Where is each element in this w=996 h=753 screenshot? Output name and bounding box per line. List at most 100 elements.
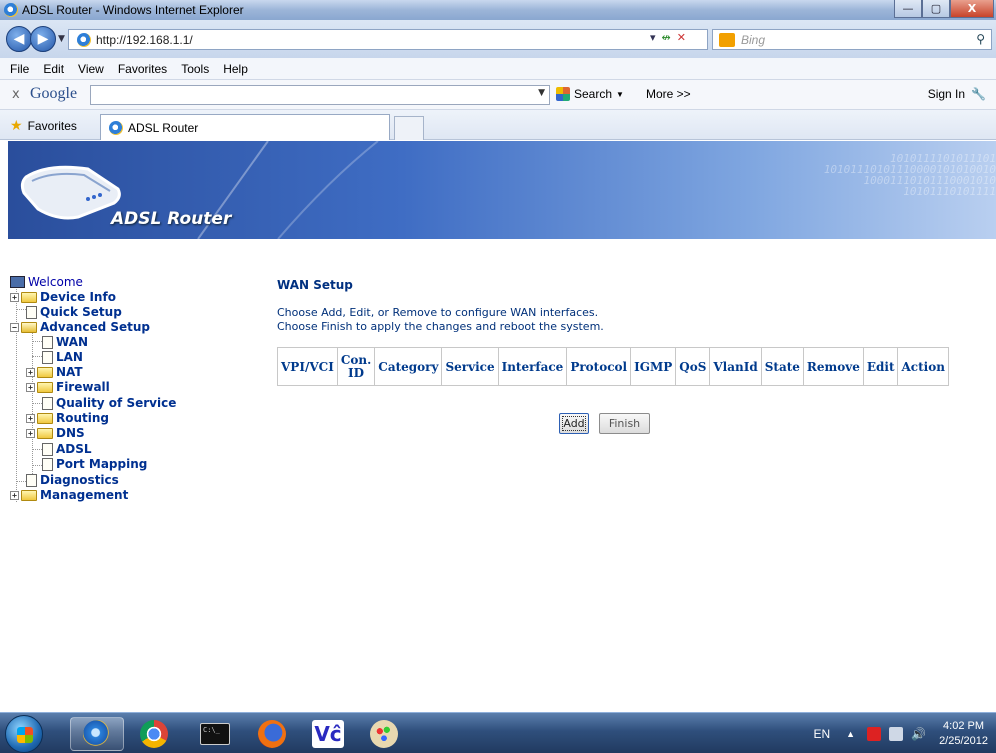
page-icon — [42, 335, 53, 349]
tree-item-wan[interactable]: WAN — [42, 335, 88, 349]
network-icon[interactable] — [889, 726, 904, 741]
add-button[interactable]: Add — [559, 413, 589, 434]
tree-label: Routing — [56, 411, 110, 425]
tree-item-port-mapping[interactable]: Port Mapping — [42, 457, 147, 471]
window-controls: — ▢ X — [894, 0, 994, 18]
google-search-button[interactable]: Search ▼ — [556, 87, 624, 101]
menu-view[interactable]: View — [78, 62, 104, 76]
menu-edit[interactable]: Edit — [43, 62, 64, 76]
menu-favorites[interactable]: Favorites — [118, 62, 167, 76]
expand-plus-icon[interactable]: + — [26, 428, 35, 438]
page-icon — [42, 350, 53, 364]
expand-plus-icon[interactable]: + — [10, 292, 19, 302]
back-button[interactable]: ◀ — [6, 26, 32, 52]
google-search-label: Search — [574, 87, 613, 101]
taskbar-firefox[interactable] — [245, 717, 299, 751]
tab-adsl-router[interactable]: ADSL Router — [100, 114, 390, 140]
tab-ie-icon — [109, 120, 123, 135]
google-sign-in[interactable]: Sign In 🔧 — [928, 87, 986, 101]
google-more-button[interactable]: More >> — [646, 87, 691, 101]
favorites-button[interactable]: ★ Favorites — [10, 117, 77, 134]
tree-item-quick-setup[interactable]: Quick Setup — [26, 305, 122, 319]
taskbar-internet-explorer[interactable] — [70, 717, 124, 751]
column-header: Service — [441, 347, 499, 386]
tree-line — [32, 356, 42, 357]
show-hidden-icons-icon[interactable]: ▲ — [846, 729, 855, 739]
bing-search-input[interactable]: Bing ⚲ — [712, 29, 992, 50]
google-search-icon — [556, 87, 570, 101]
expand-plus-icon[interactable]: + — [26, 382, 35, 392]
wrench-icon[interactable]: 🔧 — [971, 87, 986, 101]
expand-plus-icon[interactable]: + — [26, 367, 35, 377]
expand-plus-icon[interactable]: + — [10, 490, 19, 500]
menu-file[interactable]: File — [10, 62, 29, 76]
tab-title: ADSL Router — [128, 120, 199, 135]
page-icon — [26, 473, 37, 487]
windows-taskbar: C:\_ Vĉ EN ▲ 🔊 4:02 PM 2/25/2012 — [0, 712, 996, 753]
folder-icon — [37, 366, 53, 378]
forward-button[interactable]: ▶ — [30, 26, 56, 52]
url-input[interactable]: http://192.168.1.1/ — [68, 29, 708, 50]
tree-item-nat[interactable]: + NAT — [26, 365, 83, 379]
tree-item-lan[interactable]: LAN — [42, 350, 83, 364]
action-center-icon[interactable] — [867, 726, 882, 741]
finish-button[interactable]: Finish — [599, 413, 650, 434]
bing-logo-icon — [719, 32, 735, 47]
tree-item-routing[interactable]: + Routing — [26, 411, 109, 425]
tree-label: Quick Setup — [40, 305, 122, 319]
tree-item-diagnostics[interactable]: Diagnostics — [26, 473, 119, 487]
expand-plus-icon[interactable]: + — [26, 413, 35, 423]
favorites-bar: ★ Favorites ADSL Router — [0, 110, 996, 140]
tree-item-welcome[interactable]: Welcome — [10, 275, 83, 289]
google-search-input[interactable]: ▼ — [90, 85, 550, 105]
tree-line — [32, 465, 42, 466]
url-text[interactable]: http://192.168.1.1/ — [96, 33, 193, 47]
compatibility-icon[interactable]: ↮ — [662, 31, 671, 44]
google-dropdown-icon[interactable]: ▼ — [538, 88, 545, 98]
column-header: IGMP — [630, 347, 677, 386]
url-dropdown-icon[interactable]: ▾ — [650, 31, 656, 44]
search-icon[interactable]: ⚲ — [976, 32, 985, 46]
close-button[interactable]: X — [950, 0, 994, 18]
recent-pages-dropdown-icon[interactable]: ▼ — [58, 34, 65, 44]
minimize-button[interactable]: — — [894, 0, 922, 18]
column-header: Con. ID — [336, 347, 376, 386]
tree-item-firewall[interactable]: + Firewall — [26, 380, 110, 394]
tree-label: Device Info — [40, 290, 116, 304]
tree-item-device-info[interactable]: + Device Info — [10, 290, 116, 304]
ie-logo-icon — [4, 3, 18, 17]
tree-label: DNS — [56, 426, 85, 440]
tree-item-quality-of-service[interactable]: Quality of Service — [42, 396, 176, 410]
taskbar-paint[interactable] — [357, 717, 411, 751]
stop-icon[interactable]: ✕ — [677, 31, 686, 44]
tree-line — [32, 403, 42, 404]
folder-icon — [37, 381, 53, 393]
page-icon — [77, 32, 91, 47]
google-toolbar-close-icon[interactable]: x — [12, 87, 20, 102]
menu-help[interactable]: Help — [223, 62, 248, 76]
back-arrow-icon: ◀ — [13, 31, 25, 47]
taskbar-visual-c[interactable]: Vĉ — [301, 717, 355, 751]
new-tab-button[interactable] — [394, 116, 424, 140]
menu-tools[interactable]: Tools — [181, 62, 209, 76]
tree-item-advanced-setup[interactable]: − Advanced Setup — [10, 320, 150, 334]
tree-label: Port Mapping — [56, 457, 148, 471]
taskbar-chrome[interactable] — [127, 717, 181, 751]
language-indicator[interactable]: EN — [813, 727, 830, 741]
collapse-minus-icon[interactable]: − — [10, 322, 19, 332]
tree-item-dns[interactable]: + DNS — [26, 426, 85, 440]
start-button[interactable] — [5, 715, 43, 753]
wan-interfaces-table: VPI/VCI Con. ID Category Service Interfa… — [277, 347, 949, 386]
tree-item-management[interactable]: + Management — [10, 488, 128, 502]
favorites-label: Favorites — [27, 118, 77, 133]
address-bar: ◀ ▶ ▼ http://192.168.1.1/ ▾ ↮ ✕ Bing ⚲ — [0, 20, 996, 58]
column-header: Interface — [497, 347, 568, 386]
clock[interactable]: 4:02 PM 2/25/2012 — [939, 719, 988, 749]
tree-label: WAN — [56, 335, 89, 349]
maximize-button[interactable]: ▢ — [922, 0, 950, 18]
tree-item-adsl[interactable]: ADSL — [42, 442, 92, 456]
paint-icon — [370, 720, 398, 748]
volume-icon[interactable]: 🔊 — [911, 727, 926, 741]
taskbar-command-prompt[interactable]: C:\_ — [188, 717, 242, 751]
clock-date: 2/25/2012 — [939, 734, 988, 747]
